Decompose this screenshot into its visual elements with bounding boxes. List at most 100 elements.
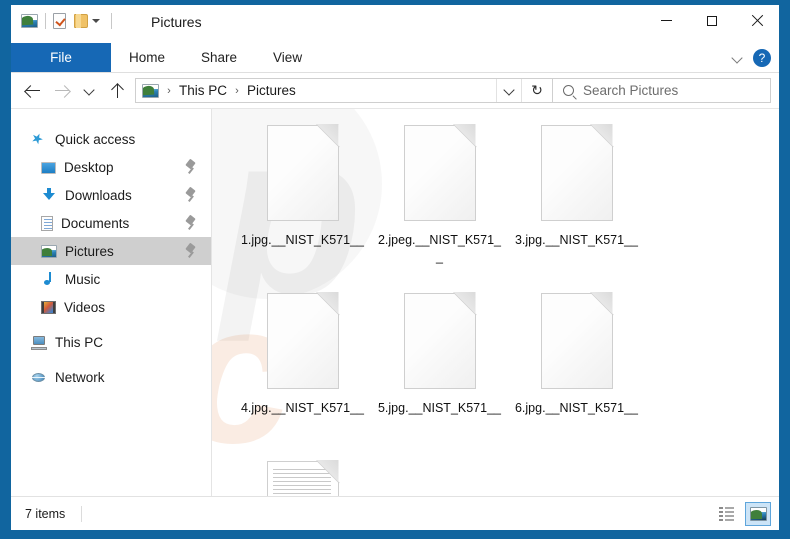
view-buttons — [713, 501, 771, 526]
forward-arrow-icon — [54, 84, 69, 97]
window-title: Pictures — [151, 14, 202, 30]
sidebar-item-label: This PC — [55, 334, 104, 350]
large-icons-view-icon — [749, 506, 767, 521]
file-thumbnail — [392, 123, 488, 228]
downloads-icon — [41, 187, 57, 203]
close-icon — [751, 15, 763, 27]
network-icon — [31, 371, 47, 385]
address-dropdown-button[interactable] — [496, 79, 521, 102]
window-frame: Pictures File Home Share View ? › This P… — [0, 0, 790, 539]
file-thumbnail — [392, 291, 488, 396]
maximize-button[interactable] — [689, 5, 734, 36]
pin-icon — [184, 188, 197, 202]
star-icon: ★ — [28, 128, 47, 149]
toolbar-divider — [45, 13, 46, 29]
file-thumbnail — [255, 291, 351, 396]
sidebar-item-label: Pictures — [65, 243, 114, 259]
search-box[interactable]: Search Pictures — [553, 78, 771, 103]
file-name: 4.jpg.__NIST_K571__ — [240, 401, 364, 415]
blank-file-icon — [403, 125, 476, 221]
documents-icon — [41, 215, 53, 231]
up-button[interactable] — [103, 77, 131, 105]
sidebar-item-label: Documents — [61, 215, 130, 231]
desktop-icon — [41, 162, 56, 174]
file-grid: 1.jpg.__NIST_K571__ 2.jpeg.__NIST_K571__ — [212, 109, 779, 496]
this-pc-icon — [31, 335, 47, 350]
file-item[interactable]: 2.jpeg.__NIST_K571__ — [371, 123, 508, 291]
minimize-button[interactable] — [644, 5, 689, 36]
sidebar-item-label: Quick access — [55, 131, 136, 147]
back-button[interactable] — [19, 77, 47, 105]
music-icon — [41, 271, 57, 287]
file-item[interactable]: 6.jpg.__NIST_K571__ — [508, 291, 645, 459]
close-button[interactable] — [734, 5, 779, 36]
navigation-bar: › This PC › Pictures ↻ Search Pictures — [11, 73, 779, 108]
breadcrumb-this-pc[interactable]: This PC — [175, 81, 231, 100]
ribbon-right-controls: ? — [732, 43, 771, 72]
forward-button[interactable] — [47, 77, 75, 105]
file-thumbnail — [529, 291, 625, 396]
sidebar-item-quick-access[interactable]: ★ Quick access — [11, 125, 211, 153]
tab-file[interactable]: File — [11, 43, 111, 72]
explorer-body: ★ Quick access Desktop Downloads Documen… — [11, 108, 779, 496]
breadcrumb-separator-2: › — [235, 84, 239, 97]
pictures-icon[interactable] — [21, 14, 38, 28]
properties-icon[interactable] — [53, 13, 66, 29]
navigation-pane: ★ Quick access Desktop Downloads Documen… — [11, 109, 211, 496]
pictures-icon — [142, 83, 159, 98]
sidebar-item-label: Desktop — [64, 159, 114, 175]
file-item[interactable]: 3.jpg.__NIST_K571__ — [508, 123, 645, 291]
minimize-icon — [661, 20, 672, 21]
window-controls — [644, 5, 779, 36]
tab-share[interactable]: Share — [183, 43, 255, 72]
large-icons-view-button[interactable] — [745, 501, 771, 526]
pin-icon — [184, 244, 197, 258]
blank-file-icon — [540, 125, 613, 221]
up-arrow-icon — [111, 83, 124, 98]
details-view-button[interactable] — [713, 502, 739, 526]
sidebar-item-desktop[interactable]: Desktop — [11, 153, 211, 181]
sidebar-item-label: Music — [65, 271, 101, 287]
blank-file-icon — [266, 293, 339, 389]
new-folder-icon[interactable] — [74, 14, 88, 28]
file-item[interactable]: 1.jpg.__NIST_K571__ — [234, 123, 371, 291]
file-thumbnail — [255, 123, 351, 228]
file-item[interactable]: 4.jpg.__NIST_K571__ — [234, 291, 371, 459]
breadcrumb-pictures[interactable]: Pictures — [243, 81, 300, 100]
sidebar-item-videos[interactable]: Videos — [11, 293, 211, 321]
file-name: 2.jpeg.__NIST_K571__ — [377, 233, 501, 264]
chevron-down-icon[interactable] — [92, 19, 100, 23]
address-bar[interactable]: › This PC › Pictures ↻ — [135, 78, 553, 103]
file-name: 3.jpg.__NIST_K571__ — [514, 233, 638, 247]
sidebar-item-network[interactable]: Network — [11, 363, 211, 391]
tab-home[interactable]: Home — [111, 43, 183, 72]
sidebar-item-downloads[interactable]: Downloads — [11, 181, 211, 209]
toolbar-divider-2 — [111, 13, 112, 29]
chevron-down-icon — [84, 85, 95, 96]
search-input[interactable]: Search Pictures — [583, 83, 678, 98]
quick-access-toolbar — [21, 13, 119, 29]
chevron-down-icon — [504, 85, 515, 96]
status-bar: 7 items — [11, 496, 779, 530]
tab-view[interactable]: View — [255, 43, 320, 72]
sidebar-item-music[interactable]: Music — [11, 265, 211, 293]
refresh-button[interactable]: ↻ — [521, 79, 552, 102]
sidebar-item-documents[interactable]: Documents — [11, 209, 211, 237]
maximize-icon — [706, 15, 717, 26]
item-count: 7 items — [25, 506, 66, 521]
recent-locations-button[interactable] — [75, 77, 103, 105]
help-button[interactable]: ? — [753, 48, 771, 67]
sidebar-item-this-pc[interactable]: This PC — [11, 328, 211, 356]
sidebar-item-label: Downloads — [65, 187, 132, 203]
expand-ribbon-icon[interactable] — [732, 52, 743, 63]
sidebar-item-pictures[interactable]: Pictures — [11, 237, 211, 265]
file-thumbnail — [529, 123, 625, 228]
blank-file-icon — [403, 293, 476, 389]
status-divider — [81, 505, 83, 522]
file-name: 5.jpg.__NIST_K571__ — [377, 401, 501, 415]
file-name: 6.jpg.__NIST_K571__ — [514, 401, 638, 415]
file-list-pane[interactable]: p c 1.jpg.__NIST_K571__ — [212, 109, 779, 496]
sidebar-item-label: Network — [55, 369, 105, 385]
file-item[interactable]: DECR.TXT — [234, 459, 371, 496]
file-item[interactable]: 5.jpg.__NIST_K571__ — [371, 291, 508, 459]
